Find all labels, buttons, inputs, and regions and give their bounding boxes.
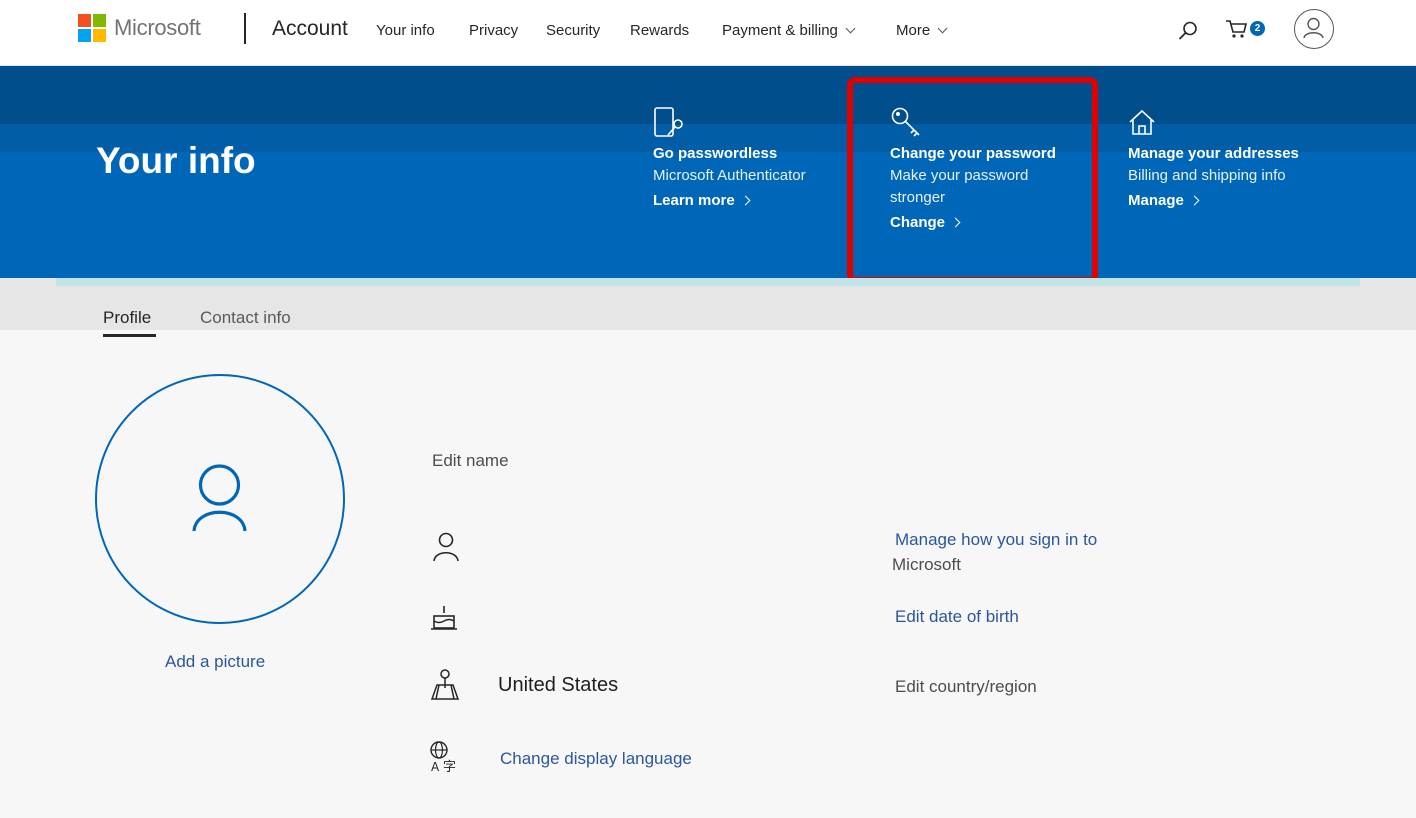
nav-divider <box>244 13 246 44</box>
add-picture-link[interactable]: Add a picture <box>165 652 265 672</box>
language-icon: A 字 <box>430 741 456 774</box>
hero-banner: Your info Go passwordless Microsoft Auth… <box>0 66 1416 278</box>
nav-payment-billing[interactable]: Payment & billing <box>722 22 856 39</box>
page-title: Your info <box>96 140 256 181</box>
nav-security[interactable]: Security <box>546 22 600 39</box>
nav-payment-billing-label: Payment & billing <box>722 22 838 39</box>
manage-label: Manage <box>1128 192 1184 209</box>
microsoft-logo[interactable]: Microsoft <box>78 14 201 42</box>
cart-count-badge: 2 <box>1250 21 1265 36</box>
passwordless-phone-icon <box>654 107 683 137</box>
cart-icon[interactable] <box>1225 18 1249 40</box>
nav-more-label: More <box>896 22 931 39</box>
birthday-cake-icon <box>431 606 457 630</box>
microsoft-logo-icon <box>78 14 106 42</box>
accent-strip <box>56 278 1360 286</box>
svg-text:字: 字 <box>443 760 456 774</box>
chevron-right-icon <box>1189 195 1200 206</box>
chevron-right-icon <box>740 195 751 206</box>
search-icon[interactable] <box>1177 20 1199 42</box>
person-icon <box>192 464 247 532</box>
hero-card-title: Manage your addresses <box>1128 145 1299 162</box>
chevron-down-icon <box>845 23 856 34</box>
location-map-icon <box>430 669 460 700</box>
tab-profile[interactable]: Profile <box>103 308 151 328</box>
svg-text:A: A <box>431 760 440 774</box>
person-icon <box>433 532 459 562</box>
edit-country-region-link[interactable]: Edit country/region <box>895 677 1037 697</box>
manage-addresses-link[interactable]: Manage <box>1128 192 1200 209</box>
hero-card-description: Billing and shipping info <box>1128 167 1286 184</box>
hero-card-passwordless: Go passwordless Microsoft Authenticator … <box>653 106 806 210</box>
country-value: United States <box>498 674 619 696</box>
edit-date-of-birth-link[interactable]: Edit date of birth <box>895 607 1019 627</box>
account-avatar-icon <box>1303 17 1324 39</box>
chevron-down-icon <box>937 23 948 34</box>
active-tab-underline <box>103 334 156 337</box>
learn-more-link[interactable]: Learn more <box>653 192 751 209</box>
account-avatar-button[interactable] <box>1294 9 1334 49</box>
brand-name: Microsoft <box>114 15 201 40</box>
manage-sign-in-line1: Manage how you sign in to <box>895 530 1098 549</box>
hero-card-title: Go passwordless <box>653 145 778 162</box>
highlight-annotation-box <box>847 77 1098 283</box>
top-navigation: Microsoft Account Your info Privacy Secu… <box>0 0 1416 66</box>
nav-rewards[interactable]: Rewards <box>630 22 689 39</box>
manage-sign-in-line2: Microsoft <box>892 555 961 574</box>
profile-picture[interactable] <box>95 374 345 624</box>
hero-card-addresses: Manage your addresses Billing and shippi… <box>1128 106 1299 210</box>
manage-sign-in-link[interactable]: Manage how you sign in to Microsoft <box>892 527 1097 577</box>
learn-more-label: Learn more <box>653 192 735 209</box>
hero-card-description: Microsoft Authenticator <box>653 167 806 184</box>
edit-name-link[interactable]: Edit name <box>432 451 509 471</box>
nav-your-info[interactable]: Your info <box>376 22 435 39</box>
home-icon <box>1129 109 1155 135</box>
nav-more[interactable]: More <box>896 22 948 39</box>
nav-privacy[interactable]: Privacy <box>469 22 518 39</box>
section-title[interactable]: Account <box>272 17 348 41</box>
change-display-language-link[interactable]: Change display language <box>500 749 692 769</box>
tab-contact-info[interactable]: Contact info <box>200 308 291 328</box>
